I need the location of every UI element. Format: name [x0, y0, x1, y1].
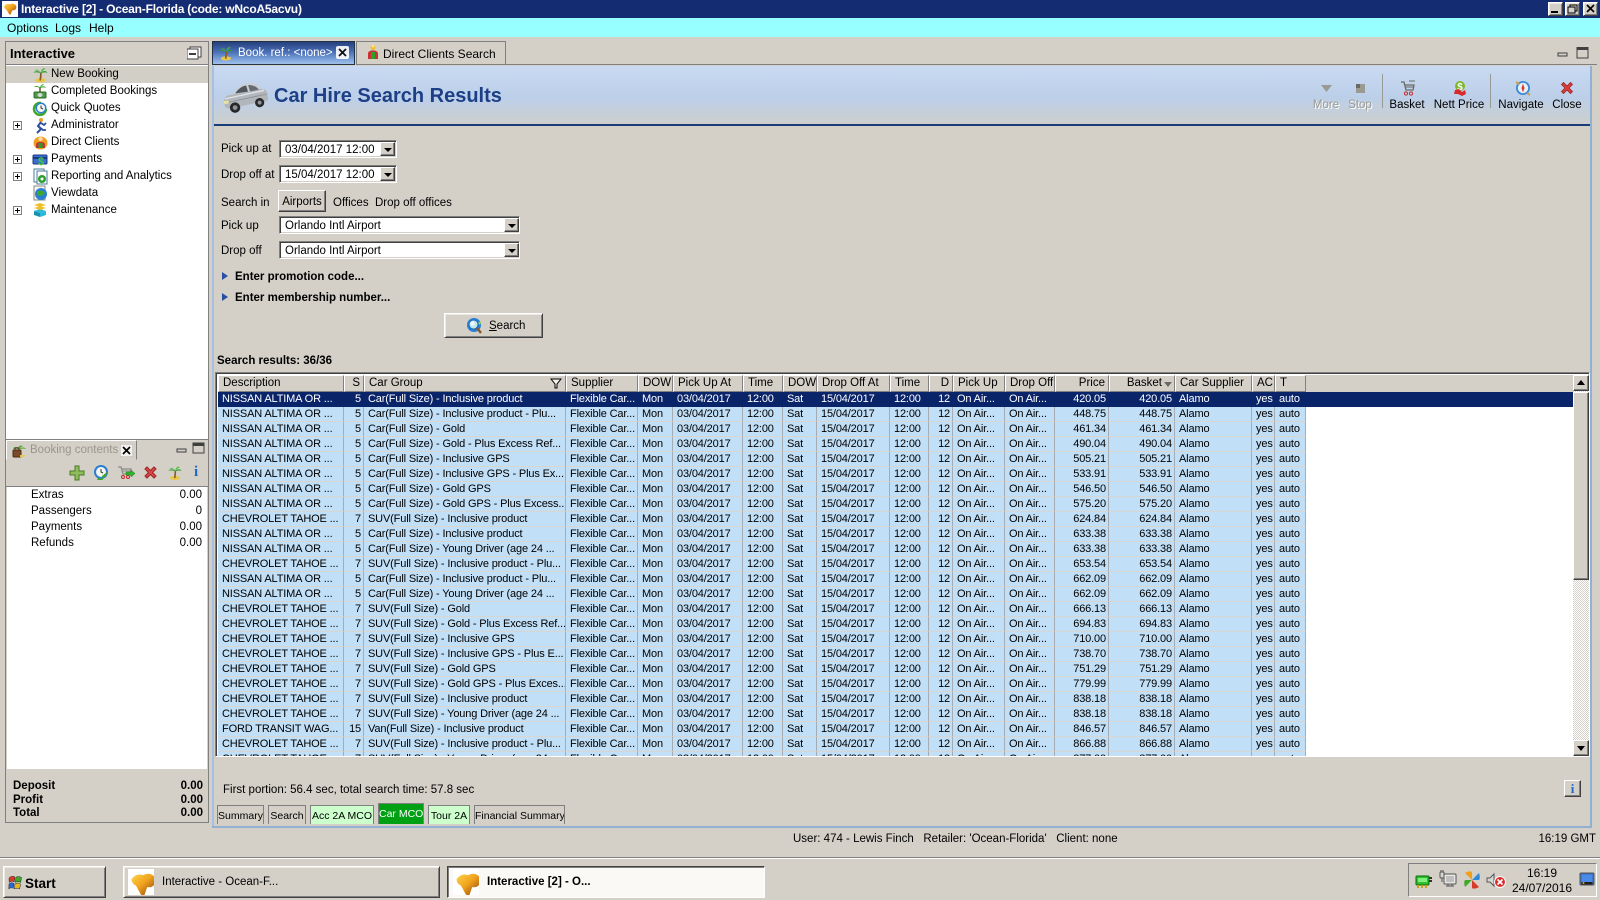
svg-text:$: $	[38, 156, 44, 168]
